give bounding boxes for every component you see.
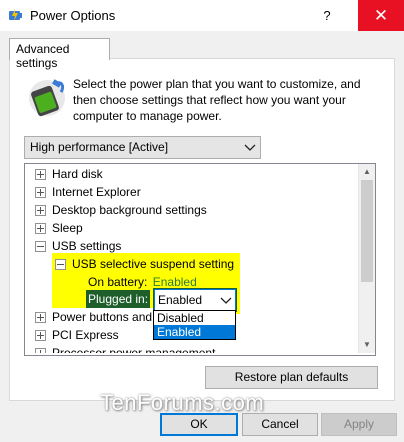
tab-label: Advanced settings xyxy=(16,42,70,70)
plugged-in-label: Plugged in: xyxy=(86,290,151,308)
expand-icon[interactable] xyxy=(35,312,46,323)
power-plan-select-value: High performance [Active] xyxy=(30,140,169,154)
expand-icon[interactable] xyxy=(35,348,46,353)
power-plan-select[interactable]: High performance [Active] xyxy=(24,136,261,159)
description-text: Select the power plan that you want to c… xyxy=(73,77,361,123)
expand-icon[interactable] xyxy=(35,169,46,180)
collapse-icon[interactable] xyxy=(55,259,66,270)
tree-scrollbar[interactable]: ▲ ▼ xyxy=(358,164,375,353)
tree-item-pci-express[interactable]: PCI Express xyxy=(25,326,153,344)
expand-icon[interactable] xyxy=(35,223,46,234)
on-battery-value[interactable]: Enabled xyxy=(153,275,197,289)
close-button[interactable]: ✕ xyxy=(358,0,404,31)
expand-icon[interactable] xyxy=(35,330,46,341)
plugged-in-select[interactable]: Enabled xyxy=(153,288,237,312)
ok-button[interactable]: OK xyxy=(160,413,238,436)
dropdown-option-enabled[interactable]: Enabled xyxy=(154,325,235,339)
scroll-down-icon[interactable]: ▼ xyxy=(359,337,375,353)
plugged-in-select-value: Enabled xyxy=(158,293,203,307)
tree-item-power-buttons[interactable]: Power buttons and xyxy=(25,308,153,326)
dropdown-option-disabled[interactable]: Disabled xyxy=(154,311,235,325)
expand-icon[interactable] xyxy=(35,187,46,198)
battery-plug-icon xyxy=(25,76,69,120)
tree-item-processor-power[interactable]: Processor power management xyxy=(25,344,355,353)
scroll-up-icon[interactable]: ▲ xyxy=(359,164,375,180)
apply-button[interactable]: Apply xyxy=(321,413,397,436)
window-title: Power Options xyxy=(30,8,116,23)
cancel-button[interactable]: Cancel xyxy=(242,413,318,436)
plugged-in-dropdown-list[interactable]: Disabled Enabled xyxy=(153,310,236,340)
expand-icon[interactable] xyxy=(35,205,46,216)
restore-plan-defaults-button[interactable]: Restore plan defaults xyxy=(205,366,378,389)
help-button[interactable]: ? xyxy=(317,6,337,26)
scroll-thumb[interactable] xyxy=(361,180,373,282)
chevron-down-icon xyxy=(244,141,256,153)
collapse-icon[interactable] xyxy=(35,241,46,252)
chevron-down-icon xyxy=(220,294,232,306)
power-options-icon xyxy=(8,7,24,23)
tab-advanced-settings[interactable]: Advanced settings xyxy=(9,38,110,70)
tree-item-usb-selective-suspend[interactable]: USB selective suspend setting xyxy=(52,255,240,273)
on-battery-label: On battery: xyxy=(88,275,148,289)
